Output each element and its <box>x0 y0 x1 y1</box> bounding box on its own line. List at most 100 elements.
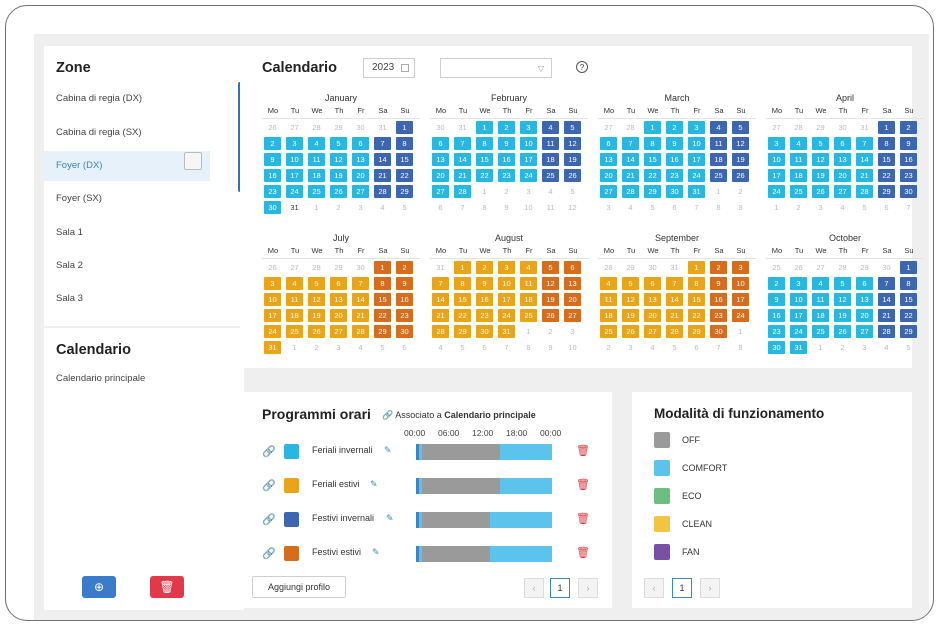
day-cell[interactable]: 9 <box>496 199 518 215</box>
day-cell[interactable]: 2 <box>394 259 416 275</box>
day-cell[interactable]: 23 <box>262 183 284 199</box>
day-cell[interactable]: 29 <box>394 183 416 199</box>
day-cell[interactable]: 5 <box>854 199 876 215</box>
day-cell[interactable]: 3 <box>562 323 584 339</box>
day-cell[interactable]: 26 <box>810 183 832 199</box>
day-cell[interactable]: 1 <box>474 183 496 199</box>
day-cell[interactable]: 24 <box>788 323 810 339</box>
day-cell[interactable]: 3 <box>810 199 832 215</box>
next-page-button[interactable]: › <box>578 578 598 598</box>
day-cell[interactable]: 2 <box>306 339 328 355</box>
day-cell[interactable]: 6 <box>854 275 876 291</box>
day-cell[interactable]: 1 <box>306 199 328 215</box>
day-cell[interactable]: 4 <box>832 199 854 215</box>
day-cell[interactable]: 24 <box>284 183 306 199</box>
day-cell[interactable]: 28 <box>664 323 686 339</box>
day-cell[interactable]: 22 <box>642 167 664 183</box>
day-cell[interactable]: 14 <box>664 291 686 307</box>
day-cell[interactable]: 21 <box>430 307 452 323</box>
prev-page-button[interactable]: ‹ <box>644 578 664 598</box>
day-cell[interactable]: 28 <box>788 119 810 135</box>
day-cell[interactable]: 6 <box>430 199 452 215</box>
day-cell[interactable]: 1 <box>810 339 832 355</box>
edit-icon[interactable]: ✎ <box>386 513 394 524</box>
day-cell[interactable]: 7 <box>452 199 474 215</box>
day-cell[interactable]: 20 <box>642 307 664 323</box>
day-cell[interactable]: 27 <box>832 183 854 199</box>
day-cell[interactable]: 24 <box>262 323 284 339</box>
day-cell[interactable]: 11 <box>788 151 810 167</box>
day-cell[interactable]: 9 <box>730 199 752 215</box>
day-cell[interactable]: 10 <box>562 339 584 355</box>
day-cell[interactable]: 30 <box>832 119 854 135</box>
day-cell[interactable]: 25 <box>306 183 328 199</box>
day-cell[interactable]: 1 <box>518 323 540 339</box>
year-selector[interactable]: 2023 <box>363 58 415 78</box>
day-cell[interactable]: 16 <box>708 291 730 307</box>
day-cell[interactable]: 30 <box>350 259 372 275</box>
day-cell[interactable]: 26 <box>306 323 328 339</box>
day-cell[interactable]: 20 <box>350 167 372 183</box>
day-cell[interactable]: 16 <box>474 291 496 307</box>
day-cell[interactable]: 30 <box>642 259 664 275</box>
day-cell[interactable]: 19 <box>540 291 562 307</box>
day-cell[interactable]: 14 <box>452 151 474 167</box>
day-cell[interactable]: 1 <box>284 339 306 355</box>
day-cell[interactable]: 7 <box>372 135 394 151</box>
day-cell[interactable]: 21 <box>664 307 686 323</box>
day-cell[interactable]: 27 <box>562 307 584 323</box>
day-cell[interactable]: 11 <box>810 291 832 307</box>
day-cell[interactable]: 9 <box>898 135 920 151</box>
day-cell[interactable]: 5 <box>394 199 416 215</box>
day-cell[interactable]: 4 <box>708 119 730 135</box>
day-cell[interactable]: 28 <box>430 323 452 339</box>
day-cell[interactable]: 4 <box>788 135 810 151</box>
link-icon[interactable]: 🔗 <box>262 547 276 560</box>
day-cell[interactable]: 17 <box>262 307 284 323</box>
day-cell[interactable]: 5 <box>540 259 562 275</box>
day-cell[interactable]: 30 <box>430 119 452 135</box>
prev-page-button[interactable]: ‹ <box>524 578 544 598</box>
next-page-button[interactable]: › <box>700 578 720 598</box>
day-cell[interactable]: 10 <box>686 135 708 151</box>
day-cell[interactable]: 28 <box>306 119 328 135</box>
day-cell[interactable]: 26 <box>788 259 810 275</box>
day-cell[interactable]: 7 <box>620 135 642 151</box>
day-cell[interactable]: 5 <box>832 275 854 291</box>
day-cell[interactable]: 16 <box>766 307 788 323</box>
day-cell[interactable]: 15 <box>474 151 496 167</box>
day-cell[interactable]: 4 <box>620 199 642 215</box>
day-cell[interactable]: 2 <box>474 259 496 275</box>
day-cell[interactable]: 7 <box>898 199 920 215</box>
trash-icon[interactable]: 🗑 <box>576 546 590 559</box>
day-cell[interactable]: 7 <box>686 199 708 215</box>
day-cell[interactable]: 6 <box>876 199 898 215</box>
day-cell[interactable]: 20 <box>598 167 620 183</box>
day-cell[interactable]: 22 <box>372 307 394 323</box>
day-cell[interactable]: 28 <box>452 183 474 199</box>
day-cell[interactable]: 27 <box>284 259 306 275</box>
day-cell[interactable]: 29 <box>452 323 474 339</box>
day-cell[interactable]: 10 <box>518 199 540 215</box>
day-cell[interactable]: 29 <box>642 183 664 199</box>
day-cell[interactable]: 13 <box>598 151 620 167</box>
day-cell[interactable]: 1 <box>686 259 708 275</box>
day-cell[interactable]: 4 <box>350 339 372 355</box>
day-cell[interactable]: 6 <box>598 135 620 151</box>
zone-item[interactable]: Cabina di regia (SX) <box>44 118 210 148</box>
day-cell[interactable]: 6 <box>642 275 664 291</box>
day-cell[interactable]: 11 <box>284 291 306 307</box>
filter-select[interactable]: ▽ <box>440 58 552 78</box>
day-cell[interactable]: 2 <box>496 119 518 135</box>
zone-item[interactable]: Sala 3 <box>44 284 210 314</box>
day-cell[interactable]: 12 <box>540 275 562 291</box>
day-cell[interactable]: 23 <box>496 167 518 183</box>
day-cell[interactable]: 25 <box>810 323 832 339</box>
day-cell[interactable]: 10 <box>788 291 810 307</box>
day-cell[interactable]: 23 <box>474 307 496 323</box>
day-cell[interactable]: 29 <box>328 119 350 135</box>
day-cell[interactable]: 23 <box>664 167 686 183</box>
day-cell[interactable]: 5 <box>620 275 642 291</box>
day-cell[interactable]: 15 <box>876 151 898 167</box>
day-cell[interactable]: 15 <box>642 151 664 167</box>
